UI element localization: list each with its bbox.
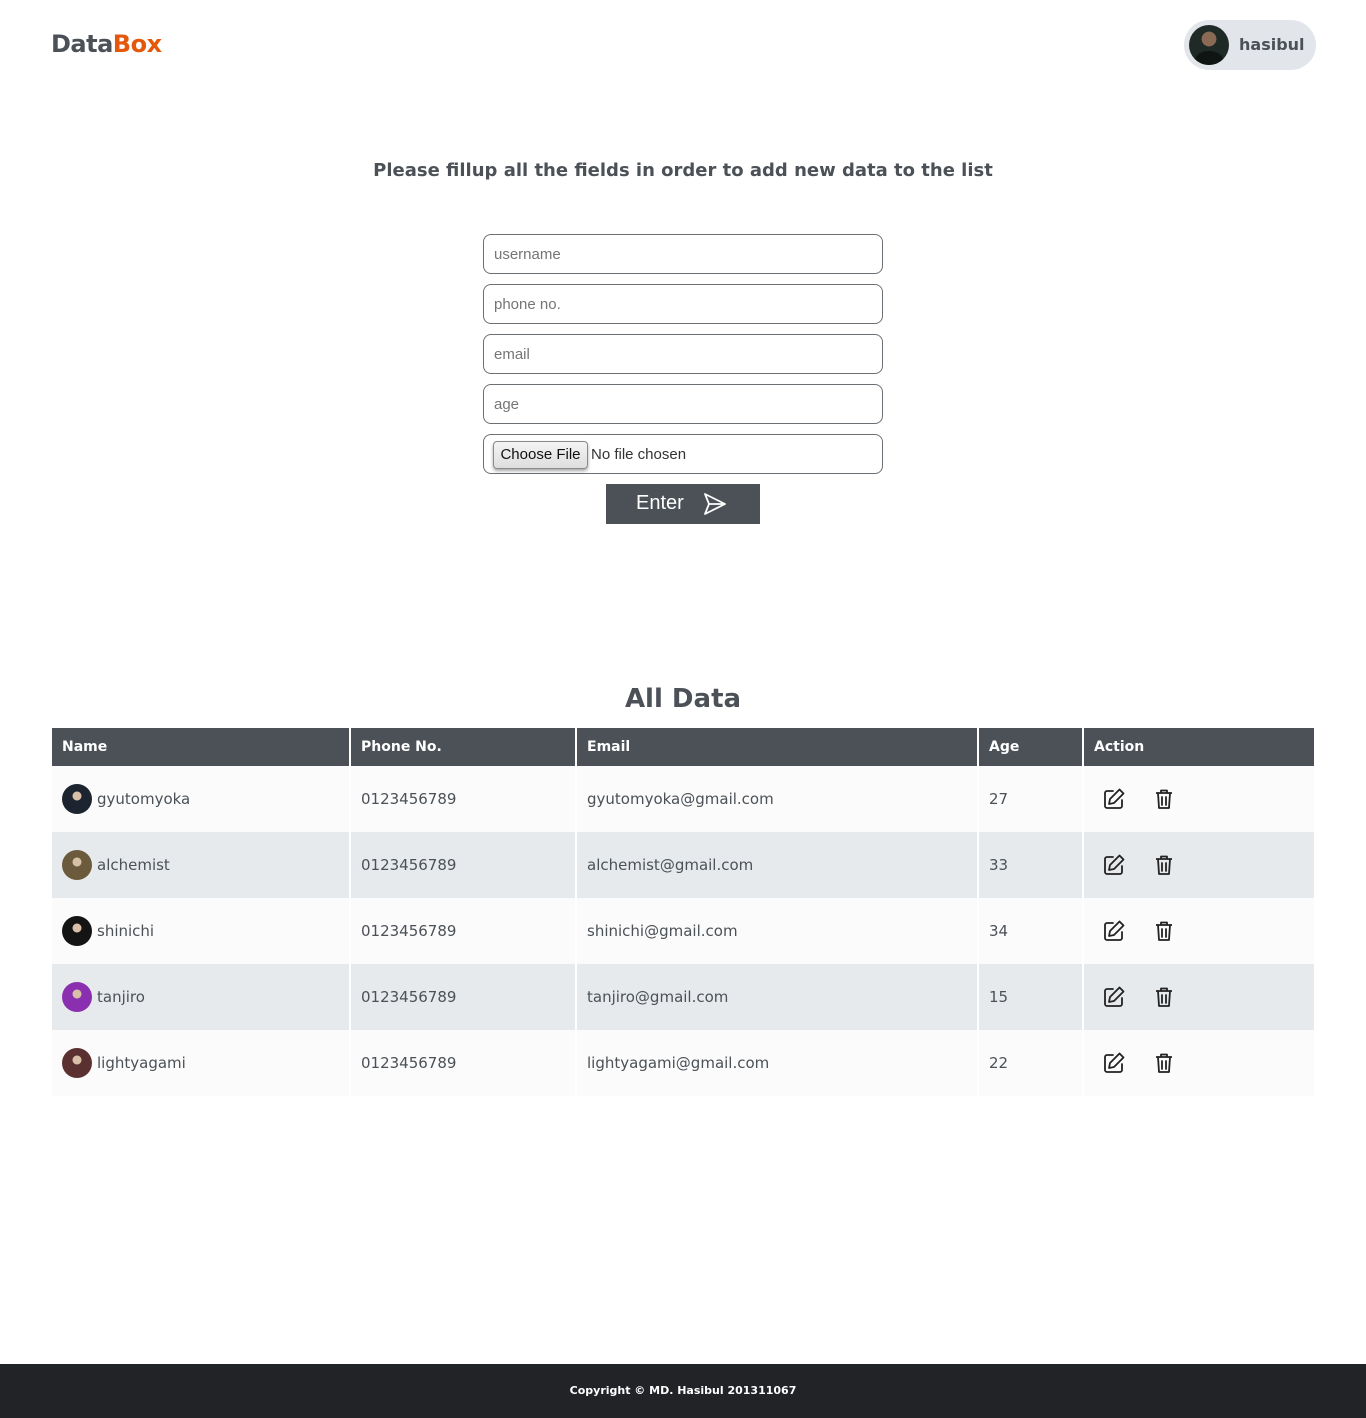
logo[interactable]: DataBox xyxy=(51,30,162,58)
header-email: Email xyxy=(575,728,978,766)
avatar xyxy=(62,1048,92,1078)
table-title: All Data xyxy=(624,684,742,714)
header: DataBox hasibul xyxy=(0,0,1366,90)
delete-icon[interactable] xyxy=(1152,787,1176,811)
table-row: lightyagami 0123456789 lightyagami@gmail.c… xyxy=(52,1030,1314,1096)
row-name: shinichi xyxy=(97,922,155,940)
data-table: Name Phone No. Email Age Action gyutomyo… xyxy=(52,728,1314,1096)
cell-phone: 0123456789 xyxy=(349,1030,576,1096)
choose-file-button[interactable]: Choose File xyxy=(493,441,588,469)
header-action: Action xyxy=(1082,728,1314,766)
cell-age: 33 xyxy=(977,832,1083,898)
edit-icon[interactable] xyxy=(1102,919,1126,943)
user-profile-button[interactable]: hasibul xyxy=(1184,20,1316,70)
cell-action xyxy=(1082,832,1314,898)
avatar xyxy=(62,916,92,946)
table-row: shinichi 0123456789 shinichi@gmail.com 34 xyxy=(52,898,1314,964)
delete-icon[interactable] xyxy=(1152,919,1176,943)
form-title: Please fillup all the fields in order to… xyxy=(373,160,993,181)
edit-icon[interactable] xyxy=(1102,1051,1126,1075)
cell-action xyxy=(1082,766,1314,832)
cell-action xyxy=(1082,898,1314,964)
header-phone: Phone No. xyxy=(349,728,576,766)
cell-phone: 0123456789 xyxy=(349,964,576,1030)
file-input[interactable]: Choose File No file chosen xyxy=(483,434,883,474)
logo-part-data: Data xyxy=(51,30,113,58)
cell-name: shinichi xyxy=(52,898,350,964)
table-row: gyutomyoka 0123456789 gyutomyoka@gmail.com… xyxy=(52,766,1314,832)
edit-icon[interactable] xyxy=(1102,853,1126,877)
avatar xyxy=(62,784,92,814)
email-input[interactable] xyxy=(483,334,883,374)
delete-icon[interactable] xyxy=(1152,853,1176,877)
send-icon xyxy=(704,493,726,515)
edit-icon[interactable] xyxy=(1102,985,1126,1009)
table-header-row: Name Phone No. Email Age Action xyxy=(52,728,1314,766)
cell-email: shinichi@gmail.com xyxy=(575,898,978,964)
cell-email: alchemist@gmail.com xyxy=(575,832,978,898)
row-name: lightyagami xyxy=(97,1054,186,1072)
cell-name: lightyagami xyxy=(52,1030,350,1096)
table-row: tanjiro 0123456789 tanjiro@gmail.com 15 xyxy=(52,964,1314,1030)
avatar xyxy=(1189,25,1229,65)
table-body: gyutomyoka 0123456789 gyutomyoka@gmail.com… xyxy=(52,766,1314,1096)
header-age: Age xyxy=(977,728,1083,766)
avatar xyxy=(62,850,92,880)
header-name: Name xyxy=(52,728,350,766)
enter-label: Enter xyxy=(636,492,684,514)
age-input[interactable] xyxy=(483,384,883,424)
enter-button[interactable]: Enter xyxy=(606,484,760,524)
table-row: alchemist 0123456789 alchemist@gmail.com 33 xyxy=(52,832,1314,898)
cell-action xyxy=(1082,1030,1314,1096)
cell-action xyxy=(1082,964,1314,1030)
copyright-text: Copyright © MD. Hasibul 201311067 xyxy=(569,1384,797,1397)
file-status: No file chosen xyxy=(591,446,687,463)
cell-phone: 0123456789 xyxy=(349,832,576,898)
cell-name: alchemist xyxy=(52,832,350,898)
cell-phone: 0123456789 xyxy=(349,766,576,832)
cell-name: tanjiro xyxy=(52,964,350,1030)
delete-icon[interactable] xyxy=(1152,985,1176,1009)
phone-input[interactable] xyxy=(483,284,883,324)
cell-email: lightyagami@gmail.com xyxy=(575,1030,978,1096)
cell-age: 27 xyxy=(977,766,1083,832)
edit-icon[interactable] xyxy=(1102,787,1126,811)
cell-email: tanjiro@gmail.com xyxy=(575,964,978,1030)
user-name: hasibul xyxy=(1239,35,1305,54)
row-name: alchemist xyxy=(97,856,170,874)
cell-age: 15 xyxy=(977,964,1083,1030)
avatar xyxy=(62,982,92,1012)
cell-age: 22 xyxy=(977,1030,1083,1096)
logo-part-box: Box xyxy=(112,30,162,58)
cell-age: 34 xyxy=(977,898,1083,964)
cell-name: gyutomyoka xyxy=(52,766,350,832)
row-name: tanjiro xyxy=(97,988,145,1006)
footer: Copyright © MD. Hasibul 201311067 xyxy=(0,1364,1366,1418)
row-name: gyutomyoka xyxy=(97,790,191,808)
username-input[interactable] xyxy=(483,234,883,274)
cell-email: gyutomyoka@gmail.com xyxy=(575,766,978,832)
delete-icon[interactable] xyxy=(1152,1051,1176,1075)
cell-phone: 0123456789 xyxy=(349,898,576,964)
